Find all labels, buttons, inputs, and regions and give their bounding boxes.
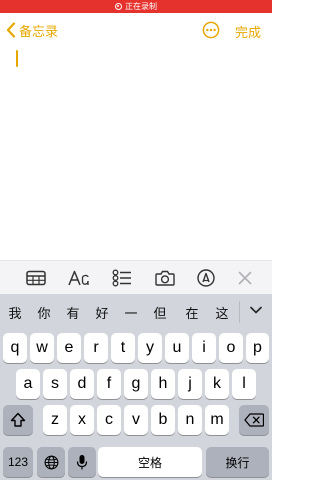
globe-key[interactable]	[37, 447, 65, 477]
backspace-icon	[244, 413, 264, 427]
key-w[interactable]: w	[30, 333, 54, 363]
key-z[interactable]: z	[43, 405, 67, 435]
key-a[interactable]: a	[16, 369, 40, 399]
space-key[interactable]: 空格	[98, 447, 202, 477]
key-x[interactable]: x	[70, 405, 94, 435]
shift-key[interactable]	[3, 405, 33, 435]
candidate-word[interactable]: 在	[182, 303, 202, 322]
candidate-divider	[239, 301, 240, 323]
recording-indicator[interactable]: 正在录制	[0, 0, 272, 13]
checklist-icon[interactable]	[112, 269, 132, 287]
more-icon[interactable]	[202, 21, 220, 39]
key-m[interactable]: m	[205, 405, 229, 435]
globe-icon	[44, 455, 58, 469]
nav-bar: 备忘录 完成	[0, 13, 272, 47]
chevron-down-icon[interactable]	[250, 305, 262, 315]
table-icon[interactable]	[26, 269, 46, 287]
delete-key[interactable]	[239, 405, 269, 435]
text-format-icon[interactable]	[68, 269, 90, 287]
key-p[interactable]: p	[246, 333, 269, 363]
recording-label: 正在录制	[125, 2, 157, 11]
key-j[interactable]: j	[178, 369, 202, 399]
candidate-word[interactable]: 你	[34, 303, 54, 322]
candidate-word[interactable]: 我	[5, 303, 25, 322]
keyboard: 我 你 有 好 一 但 在 这 q w e r t y u i o p a s …	[0, 294, 272, 480]
candidate-bar: 我 你 有 好 一 但 在 这	[0, 294, 272, 329]
format-toolbar	[0, 260, 272, 294]
numbers-key[interactable]: 123	[3, 447, 33, 477]
key-q[interactable]: q	[3, 333, 27, 363]
microphone-icon	[76, 454, 88, 469]
key-t[interactable]: t	[111, 333, 135, 363]
candidate-word[interactable]: 但	[150, 303, 170, 322]
key-u[interactable]: u	[165, 333, 189, 363]
text-cursor	[16, 50, 18, 67]
key-d[interactable]: d	[70, 369, 94, 399]
note-editor[interactable]	[0, 47, 272, 260]
key-o[interactable]: o	[219, 333, 243, 363]
candidate-word[interactable]: 这	[212, 303, 232, 322]
candidate-word[interactable]: 好	[92, 303, 112, 322]
key-h[interactable]: h	[151, 369, 175, 399]
key-g[interactable]: g	[124, 369, 148, 399]
dictation-key[interactable]	[68, 447, 96, 477]
key-e[interactable]: e	[57, 333, 81, 363]
key-r[interactable]: r	[84, 333, 108, 363]
key-b[interactable]: b	[151, 405, 175, 435]
done-button[interactable]: 完成	[235, 22, 261, 41]
chevron-left-icon	[6, 22, 16, 38]
key-c[interactable]: c	[97, 405, 121, 435]
key-i[interactable]: i	[192, 333, 216, 363]
key-k[interactable]: k	[205, 369, 229, 399]
return-key[interactable]: 换行	[206, 447, 269, 477]
key-y[interactable]: y	[138, 333, 162, 363]
candidate-word[interactable]: 有	[63, 303, 83, 322]
key-l[interactable]: l	[232, 369, 256, 399]
back-label: 备忘录	[19, 23, 59, 39]
key-v[interactable]: v	[124, 405, 148, 435]
markup-pen-icon[interactable]	[197, 269, 215, 287]
camera-icon[interactable]	[155, 269, 175, 287]
shift-icon	[10, 412, 26, 427]
record-icon	[115, 3, 122, 10]
key-f[interactable]: f	[97, 369, 121, 399]
back-button[interactable]: 备忘录	[6, 21, 58, 39]
candidate-word[interactable]: 一	[121, 303, 141, 322]
key-n[interactable]: n	[178, 405, 202, 435]
key-s[interactable]: s	[43, 369, 67, 399]
close-icon[interactable]	[238, 269, 252, 287]
